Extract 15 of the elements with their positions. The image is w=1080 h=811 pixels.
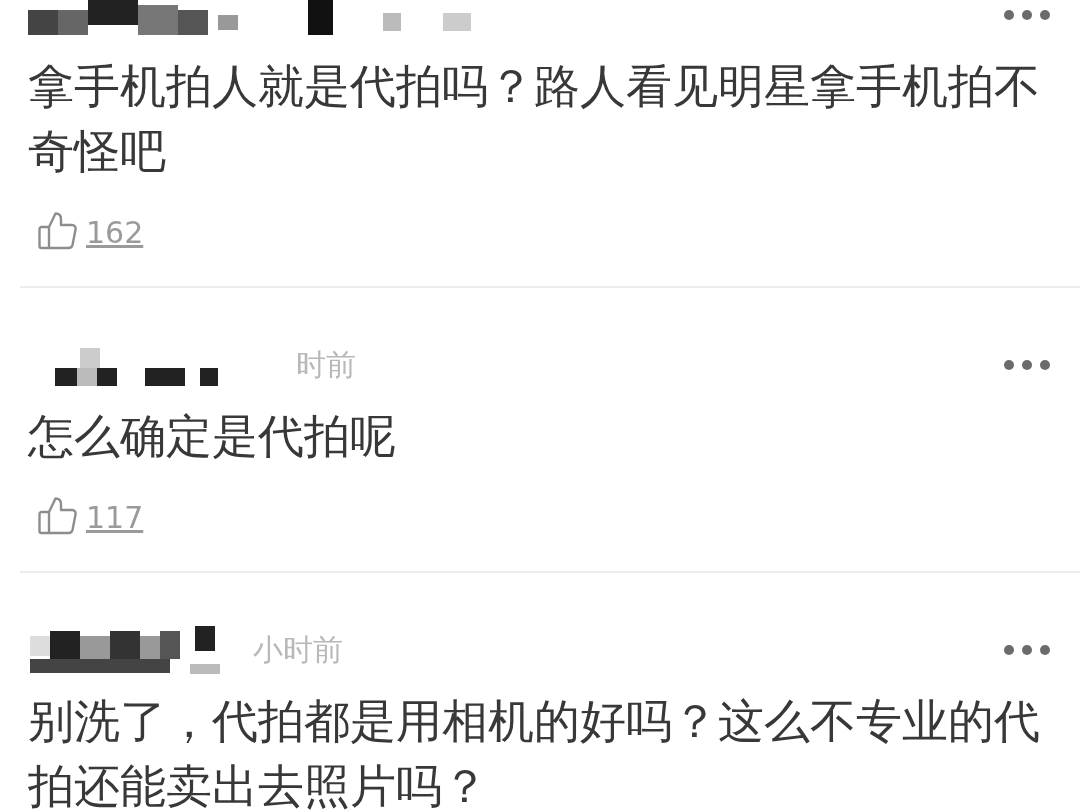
more-icon — [1004, 10, 1050, 20]
comment-time: 时前 — [296, 347, 356, 383]
thumb-up-icon — [38, 210, 78, 250]
more-icon — [1004, 645, 1050, 655]
more-icon — [1004, 360, 1050, 370]
thumb-up-icon — [38, 495, 78, 535]
like-button[interactable]: 162 — [38, 210, 144, 250]
more-button[interactable] — [1004, 10, 1050, 20]
more-button[interactable] — [1004, 645, 1050, 655]
comment-time: 小时前 — [253, 632, 343, 668]
more-button[interactable] — [1004, 360, 1050, 370]
comment-text: 别洗了，代拍都是用相机的好吗？这么不专业的代拍还能卖出去照片吗？ — [27, 693, 1041, 811]
comment-text: 拿手机拍人就是代拍吗？路人看见明星拿手机拍不奇怪吧 — [27, 58, 1041, 180]
comment-text: 怎么确定是代拍呢 — [27, 408, 397, 465]
like-button[interactable]: 117 — [38, 495, 144, 535]
